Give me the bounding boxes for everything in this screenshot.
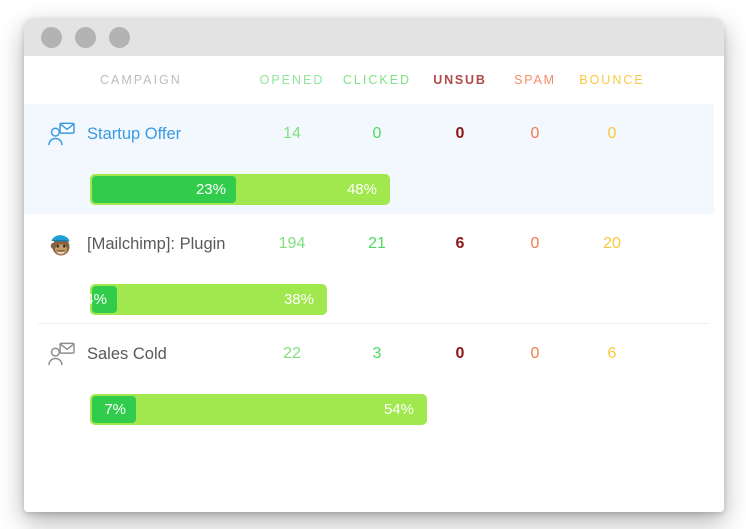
campaign-stats-table: CAMPAIGN OPENED CLICKED UNSUB SPAM BOUNC… [24, 56, 724, 434]
cell-unsub: 6 [455, 235, 465, 252]
maximize-dot-icon[interactable] [109, 26, 130, 48]
cell-spam: 0 [530, 345, 540, 362]
campaign-name: Sales Cold [87, 344, 167, 363]
table-row[interactable]: Startup Offer 14 0 0 0 0 [24, 104, 714, 164]
cell-bounce: 6 [607, 345, 617, 362]
column-header-bounce: BOUNCE [579, 73, 645, 87]
campaign-cell[interactable]: Startup Offer [38, 121, 250, 147]
cell-clicked: 0 [372, 125, 382, 142]
progress-fill-label: 4% [85, 290, 107, 308]
mailchimp-monkey-icon [50, 235, 70, 256]
column-header-clicked: CLICKED [342, 73, 412, 87]
cell-spam: 0 [530, 125, 540, 142]
table-row[interactable]: [Mailchimp]: Plugin 194 21 6 0 20 [24, 214, 724, 274]
cell-unsub: 0 [455, 125, 465, 142]
table-header-row: CAMPAIGN OPENED CLICKED UNSUB SPAM BOUNC… [24, 56, 724, 104]
cell-clicked: 21 [368, 235, 386, 252]
table-row[interactable]: Sales Cold 22 3 0 0 6 [24, 324, 724, 384]
progress-track-label: 48% [346, 180, 377, 198]
campaign-cell[interactable]: [Mailchimp]: Plugin [38, 231, 250, 257]
progress-bar-wrap: 7% 54% [24, 384, 724, 434]
progress-bar-track: 4% 38% [85, 283, 327, 315]
cell-opened: 194 [278, 235, 306, 252]
progress-bar-wrap: 4% 38% [24, 274, 724, 324]
cell-opened: 22 [283, 345, 301, 362]
table-row-group[interactable]: Startup Offer 14 0 0 0 0 23% 48% [24, 104, 714, 214]
column-header-campaign: CAMPAIGN [100, 73, 182, 87]
column-header-unsub: UNSUB [433, 73, 487, 87]
close-dot-icon[interactable] [41, 26, 62, 48]
progress-bar-track: 7% 54% [90, 393, 427, 425]
window-titlebar [24, 18, 724, 56]
column-header-spam: SPAM [514, 73, 556, 87]
cell-bounce: 0 [607, 125, 617, 142]
window-body: CAMPAIGN OPENED CLICKED UNSUB SPAM BOUNC… [24, 56, 724, 512]
cell-opened: 14 [283, 125, 301, 142]
contact-mail-icon [48, 122, 75, 146]
campaign-cell[interactable]: Sales Cold [38, 341, 250, 367]
progress-fill-label: 7% [104, 400, 126, 418]
progress-bar-fill: 23% [92, 175, 236, 203]
progress-track-label: 54% [383, 400, 414, 418]
column-header-opened: OPENED [259, 73, 325, 87]
table-row-group[interactable]: Sales Cold 22 3 0 0 6 7% 54% [24, 324, 724, 434]
app-window: CAMPAIGN OPENED CLICKED UNSUB SPAM BOUNC… [24, 18, 724, 512]
progress-bar-fill: 7% [92, 395, 136, 423]
progress-bar-track: 23% 48% [90, 173, 390, 205]
contact-mail-icon [48, 342, 75, 366]
cell-clicked: 3 [372, 345, 382, 362]
campaign-name: [Mailchimp]: Plugin [87, 234, 226, 253]
progress-bar-wrap: 23% 48% [24, 164, 714, 214]
progress-track-label: 38% [283, 290, 314, 308]
app-root: CAMPAIGN OPENED CLICKED UNSUB SPAM BOUNC… [0, 0, 746, 529]
cell-spam: 0 [530, 235, 540, 252]
campaign-name: Startup Offer [87, 124, 182, 143]
progress-bar-fill: 4% [85, 285, 117, 313]
table-row-group[interactable]: [Mailchimp]: Plugin 194 21 6 0 20 4% 38% [24, 214, 724, 324]
cell-unsub: 0 [455, 345, 465, 362]
progress-fill-label: 23% [195, 180, 226, 198]
cell-bounce: 20 [603, 235, 621, 252]
minimize-dot-icon[interactable] [75, 26, 96, 48]
